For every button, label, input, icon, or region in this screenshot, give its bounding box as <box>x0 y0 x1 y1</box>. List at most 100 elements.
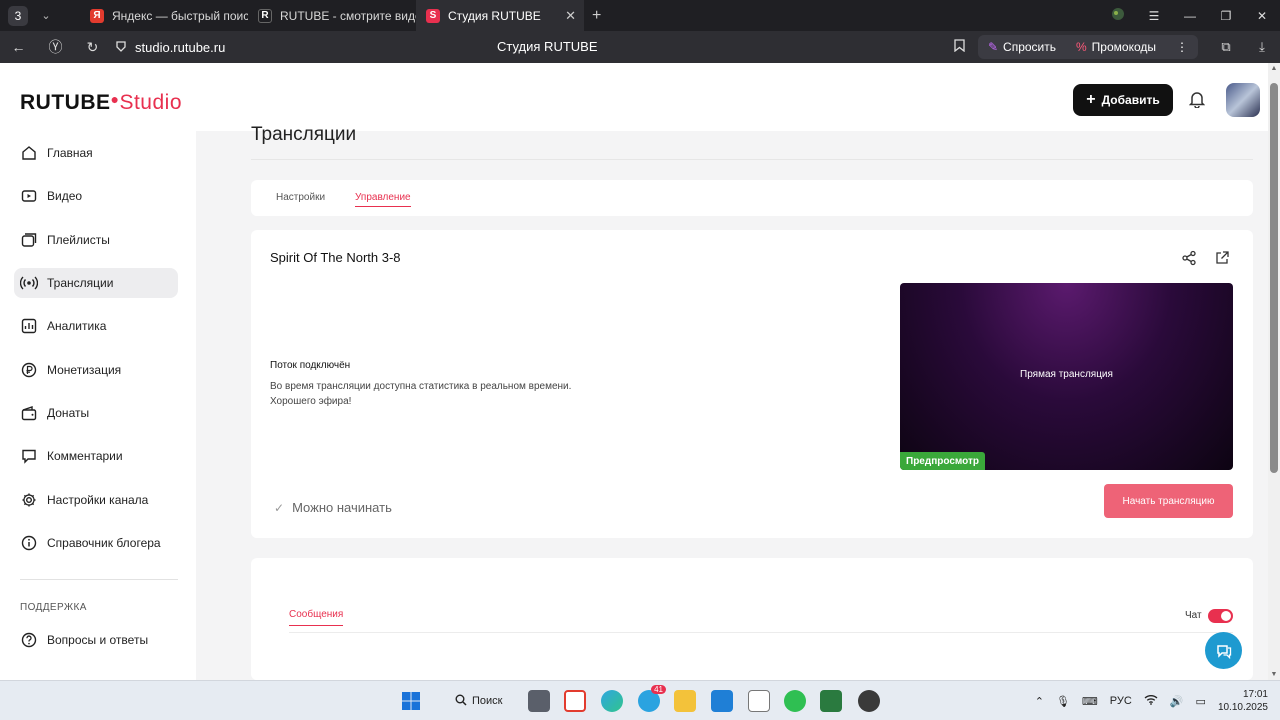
sidebar-item-home[interactable]: Главная <box>14 138 178 168</box>
sidebar-item-playlists[interactable]: Плейлисты <box>14 225 178 255</box>
info-icon <box>20 534 38 552</box>
page-scrollbar[interactable]: ▲ ▼ <box>1268 63 1280 680</box>
scroll-down-icon[interactable]: ▼ <box>1268 671 1280 678</box>
maximize-icon[interactable]: ❐ <box>1208 9 1244 23</box>
yandex-browser-icon[interactable] <box>564 690 586 712</box>
date: 10.10.2025 <box>1217 702 1268 713</box>
browser-tab-yandex[interactable]: Я Яндекс — быстрый поиск <box>80 0 248 31</box>
site-info-icon[interactable] <box>115 40 127 55</box>
chevron-up-icon[interactable]: ⌃ <box>1035 695 1044 708</box>
sidebar-item-comments[interactable]: Комментарии <box>14 441 178 471</box>
start-stream-button[interactable]: Начать трансляцию <box>1104 484 1233 518</box>
close-icon[interactable]: ✕ <box>565 8 576 24</box>
status-line-1: Во время трансляции доступна статистика … <box>270 381 572 392</box>
telegram-icon[interactable]: 41 <box>638 685 666 712</box>
bookmark-icon[interactable] <box>942 39 978 55</box>
collections-icon[interactable]: ⧉ <box>1208 39 1244 55</box>
sidebar-item-label: Вопросы и ответы <box>47 633 149 647</box>
sidebar-item-video[interactable]: Видео <box>14 181 178 211</box>
back-icon[interactable]: ← <box>0 39 37 55</box>
system-tray: ⌃ 🎙 ⌨ РУС 🔊 ▭ 17:01 10.10.2025 <box>1035 681 1268 720</box>
whatsapp-icon[interactable] <box>784 690 806 712</box>
edge-icon[interactable] <box>601 690 623 712</box>
promo-button[interactable]: % Промокоды <box>1066 40 1166 54</box>
video-icon <box>20 187 38 205</box>
url-field[interactable]: studio.rutube.ru <box>115 40 225 55</box>
help-chat-button[interactable] <box>1205 632 1242 669</box>
sidebar-item-label: Монетизация <box>47 363 122 377</box>
sidebar-item-broadcasts[interactable]: Трансляции <box>14 268 178 298</box>
external-link-icon[interactable] <box>1214 250 1230 271</box>
url-text: studio.rutube.ru <box>135 39 226 55</box>
sidebar-item-monetization[interactable]: Монетизация <box>14 355 178 385</box>
menu-icon[interactable]: ☰ <box>1136 9 1172 23</box>
divider <box>251 159 1253 160</box>
stream-tabs: Настройки Управление <box>251 180 1253 216</box>
scrollbar-thumb[interactable] <box>1270 83 1278 473</box>
windows-start-icon[interactable] <box>400 690 422 712</box>
sidebar-item-label: Донаты <box>47 406 90 420</box>
rutube-favicon-icon: R <box>258 8 272 23</box>
rutube-studio-logo[interactable]: RUTUBE●Studio <box>20 91 182 115</box>
chat-toggle[interactable] <box>1208 609 1233 623</box>
window-close-icon[interactable]: ✕ <box>1244 9 1280 23</box>
minimize-icon[interactable]: — <box>1172 9 1208 23</box>
ruble-icon <box>20 361 38 379</box>
scroll-up-icon[interactable]: ▲ <box>1268 65 1280 72</box>
wifi-icon[interactable] <box>1144 694 1158 708</box>
broadcast-icon <box>20 274 38 292</box>
reload-icon[interactable]: ↻ <box>74 39 111 56</box>
check-icon: ✓ <box>274 500 285 515</box>
yandex-icon[interactable]: Ⓨ <box>37 37 74 57</box>
sidebar-item-label: Аналитика <box>47 319 107 333</box>
sidebar-item-analytics[interactable]: Аналитика <box>14 311 178 341</box>
battery-icon[interactable]: ▭ <box>1196 695 1206 708</box>
wallet-icon <box>20 404 38 422</box>
tab-messages[interactable]: Сообщения <box>289 609 344 626</box>
avatar[interactable] <box>1226 83 1260 117</box>
sidebar-item-faq[interactable]: Вопросы и ответы <box>14 625 178 655</box>
status-line-2: Хорошего эфира! <box>270 396 352 407</box>
new-tab-icon[interactable]: + <box>592 7 601 25</box>
stream-status: Поток подключён Во время трансляции дост… <box>270 360 571 409</box>
sidebar-item-label: Плейлисты <box>47 233 110 247</box>
sidebar-item-channel-settings[interactable]: Настройки канала <box>14 485 178 515</box>
extension-icon[interactable] <box>1100 7 1136 24</box>
obs-icon[interactable] <box>858 690 880 712</box>
download-icon[interactable]: ⤓ <box>1244 39 1280 55</box>
stream-card: Spirit Of The North 3-8 Поток подключён … <box>251 230 1253 538</box>
share-icon[interactable] <box>1181 250 1197 271</box>
sidebar-item-donations[interactable]: Донаты <box>14 398 178 428</box>
microphone-icon[interactable]: 🎙 <box>1056 695 1070 708</box>
sidebar-item-label: Видео <box>47 189 83 203</box>
notepad-icon[interactable] <box>748 690 770 712</box>
ask-button[interactable]: ✎ Спросить <box>978 40 1066 54</box>
language-indicator[interactable]: РУС <box>1110 695 1132 707</box>
clock[interactable]: 17:01 10.10.2025 <box>1218 688 1268 714</box>
search-icon <box>455 694 467 709</box>
stream-preview[interactable]: Прямая трансляция Предпросмотр <box>900 283 1233 470</box>
chevron-down-icon[interactable]: ⌄ <box>32 9 60 22</box>
more-icon[interactable]: ⋮ <box>1166 40 1198 54</box>
keyboard-icon[interactable]: ⌨ <box>1082 695 1098 708</box>
tab-counter[interactable]: 3 <box>8 5 28 26</box>
time: 17:01 <box>1242 689 1268 700</box>
browser-tab-studio[interactable]: S Студия RUTUBE ✕ <box>416 0 584 31</box>
vscode-icon[interactable] <box>711 690 733 712</box>
preview-label: Прямая трансляция <box>1020 369 1113 380</box>
app-icon[interactable] <box>820 690 842 712</box>
taskbar-search[interactable]: Поиск <box>447 689 510 713</box>
volume-icon[interactable]: 🔊 <box>1170 695 1184 708</box>
tab-settings[interactable]: Настройки <box>276 192 325 203</box>
sparkle-icon: ✎ <box>987 40 999 54</box>
ready-status: ✓ Можно начинать <box>274 500 392 515</box>
add-button[interactable]: + Добавить <box>1073 84 1173 116</box>
logo-main: RUTUBE <box>20 91 111 114</box>
task-view-icon[interactable] <box>528 690 550 712</box>
tab-management[interactable]: Управление <box>355 192 411 207</box>
file-explorer-icon[interactable] <box>674 690 696 712</box>
sidebar-item-blogger-guide[interactable]: Справочник блогера <box>14 528 178 558</box>
divider <box>289 632 1233 633</box>
browser-tab-rutube[interactable]: R RUTUBE - смотрите виде <box>248 0 416 31</box>
bell-icon[interactable] <box>1188 90 1206 113</box>
